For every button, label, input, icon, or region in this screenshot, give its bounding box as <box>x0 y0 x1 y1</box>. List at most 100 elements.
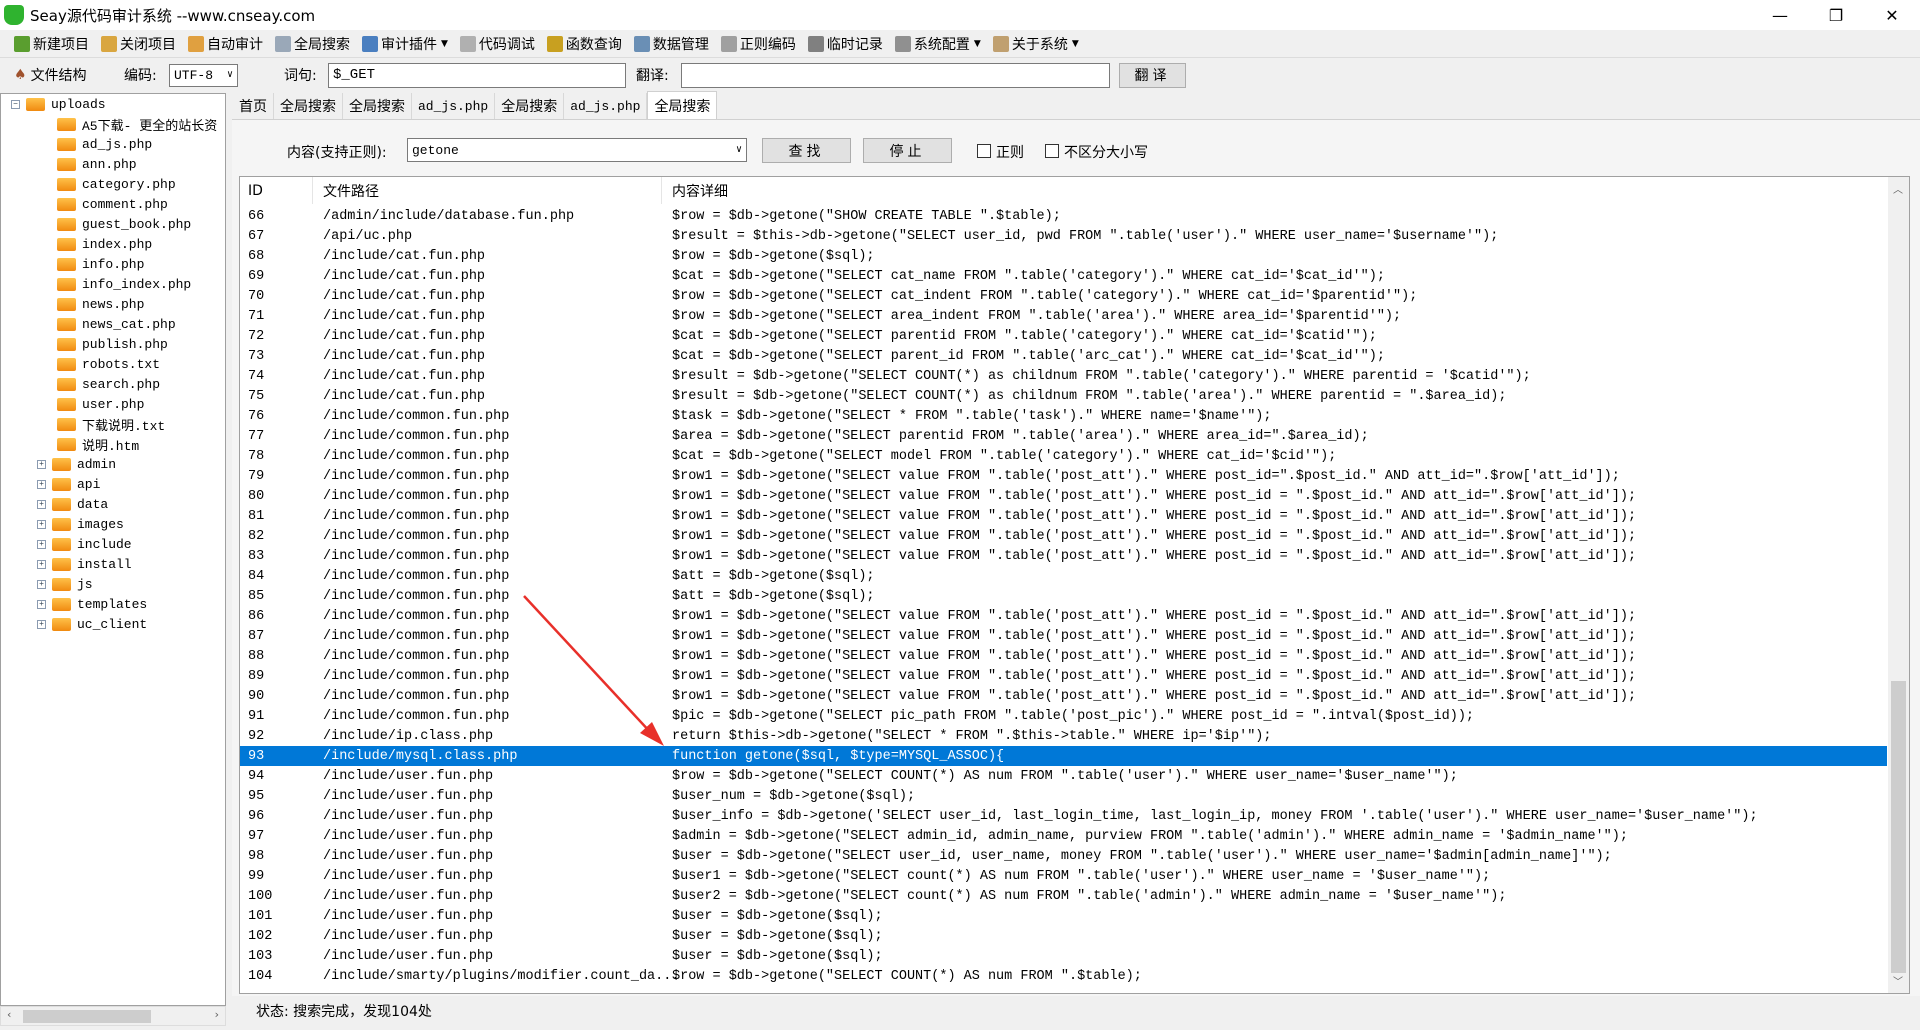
tree-node-file[interactable]: ann.php <box>57 154 137 174</box>
expand-icon[interactable]: + <box>37 619 46 629</box>
tree-node-file[interactable]: ad_js.php <box>57 134 152 154</box>
table-row[interactable]: 67/api/uc.php $result = $this->db->getone… <box>240 226 1887 246</box>
expand-icon[interactable]: + <box>37 579 46 589</box>
toolbar-button-5[interactable]: 代码调试 <box>459 34 535 54</box>
tree-node-file[interactable]: robots.txt <box>57 354 160 374</box>
table-row[interactable]: 78/include/common.fun.php $cat = $db->get… <box>240 446 1887 466</box>
tree-node-folder[interactable]: + uc_client <box>37 614 147 634</box>
dropdown-arrow-icon[interactable]: ▼ <box>441 39 448 49</box>
toolbar-button-11[interactable]: 关于系统 ▼ <box>992 34 1079 54</box>
table-row[interactable]: 87/include/common.fun.php $row1 = $db->ge… <box>240 626 1887 646</box>
toolbar-button-1[interactable]: 关闭项目 <box>101 34 176 54</box>
scroll-down-icon[interactable]: ﹀ <box>1893 973 1903 989</box>
table-row[interactable]: 73/include/cat.fun.php $cat = $db->getone… <box>240 346 1887 366</box>
tree-node-folder[interactable]: + api <box>37 474 100 494</box>
table-row[interactable]: 103/include/user.fun.php $user = $db->get… <box>240 946 1887 966</box>
table-row[interactable]: 77/include/common.fun.php $area = $db->ge… <box>240 426 1887 446</box>
table-row[interactable]: 68/include/cat.fun.php $row = $db->getone… <box>240 246 1887 266</box>
dropdown-arrow-icon[interactable]: ▼ <box>1072 39 1079 49</box>
table-row[interactable]: 69/include/cat.fun.php $cat = $db->getone… <box>240 266 1887 286</box>
table-row[interactable]: 102/include/user.fun.php $user = $db->get… <box>240 926 1887 946</box>
table-row[interactable]: 99/include/user.fun.php $user1 = $db->get… <box>240 866 1887 886</box>
tree-node-file[interactable]: user.php <box>57 394 144 414</box>
toolbar-button-2[interactable]: 自动审计 <box>188 34 263 54</box>
tree-node-folder[interactable]: + templates <box>37 594 147 614</box>
tree-node-folder[interactable]: + images <box>37 514 124 534</box>
toolbar-button-0[interactable]: 新建项目 <box>14 34 89 54</box>
translate-button[interactable]: 翻译 <box>1119 62 1186 88</box>
close-button[interactable]: ✕ <box>1864 0 1920 30</box>
encoding-select[interactable]: UTF-8 ∨ <box>169 63 238 87</box>
results-vertical-scrollbar[interactable]: ︿ ﹀ <box>1888 177 1909 993</box>
find-button[interactable]: 查找 <box>762 138 851 163</box>
table-row[interactable]: 97/include/user.fun.php $admin = $db->get… <box>240 826 1887 846</box>
tree-node-file[interactable]: 下载说明.txt <box>57 414 165 434</box>
table-row[interactable]: 70/include/cat.fun.php $row = $db->getone… <box>240 286 1887 306</box>
tree-node-file[interactable]: guest_book.php <box>57 214 191 234</box>
column-content[interactable]: 内容详细 <box>672 181 728 201</box>
table-row[interactable]: 90/include/common.fun.php $row1 = $db->ge… <box>240 686 1887 706</box>
tree-node-file[interactable]: A5下载- 更全的站长资 <box>57 114 217 134</box>
tab-5[interactable]: ad_js.php <box>564 93 648 119</box>
word-input[interactable]: $_GET <box>328 62 626 88</box>
table-row[interactable]: 93/include/mysql.class.php function geton… <box>240 746 1887 766</box>
tree-node-file[interactable]: category.php <box>57 174 176 194</box>
tree-node-file[interactable]: info_index.php <box>57 274 191 294</box>
table-row[interactable]: 104/include/smarty/plugins/modifier.coun… <box>240 966 1887 986</box>
table-row[interactable]: 84/include/common.fun.php $att = $db->get… <box>240 566 1887 586</box>
toolbar-button-3[interactable]: 全局搜索 <box>275 34 350 54</box>
minimize-button[interactable]: — <box>1752 0 1808 30</box>
tree-horizontal-scrollbar[interactable]: ‹ › <box>0 1006 226 1026</box>
tab-1[interactable]: 全局搜索 <box>274 93 343 119</box>
table-row[interactable]: 66/admin/include/database.fun.php $row = … <box>240 206 1887 226</box>
maximize-button[interactable]: ❐ <box>1808 0 1864 30</box>
table-row[interactable]: 74/include/cat.fun.php $result = $db->get… <box>240 366 1887 386</box>
table-row[interactable]: 94/include/user.fun.php $row = $db->geton… <box>240 766 1887 786</box>
table-row[interactable]: 80/include/common.fun.php $row1 = $db->ge… <box>240 486 1887 506</box>
translate-input[interactable] <box>681 62 1110 88</box>
table-row[interactable]: 79/include/common.fun.php $row1 = $db->ge… <box>240 466 1887 486</box>
tab-2[interactable]: 全局搜索 <box>343 93 412 119</box>
toolbar-button-4[interactable]: 审计插件 ▼ <box>362 34 448 54</box>
table-row[interactable]: 91/include/common.fun.php $pic = $db->get… <box>240 706 1887 726</box>
expand-icon[interactable]: + <box>37 539 46 549</box>
toolbar-button-6[interactable]: 函数查询 <box>546 34 622 54</box>
tree-node-folder[interactable]: + js <box>37 574 93 594</box>
column-id[interactable]: ID <box>248 183 263 199</box>
tree-node-file[interactable]: news.php <box>57 294 144 314</box>
table-row[interactable]: 83/include/common.fun.php $row1 = $db->ge… <box>240 546 1887 566</box>
collapse-icon[interactable]: − <box>11 99 20 109</box>
column-path[interactable]: 文件路径 <box>323 181 379 201</box>
table-row[interactable]: 88/include/common.fun.php $row1 = $db->ge… <box>240 646 1887 666</box>
expand-icon[interactable]: + <box>37 479 46 489</box>
table-row[interactable]: 76/include/common.fun.php $task = $db->ge… <box>240 406 1887 426</box>
table-row[interactable]: 95/include/user.fun.php $user_num = $db->… <box>240 786 1887 806</box>
toolbar-button-7[interactable]: 数据管理 <box>633 34 709 54</box>
tree-node-file[interactable]: info.php <box>57 254 144 274</box>
expand-icon[interactable]: + <box>37 559 46 569</box>
case-insensitive-checkbox[interactable] <box>1045 144 1059 158</box>
scroll-right-icon[interactable]: › <box>215 1008 219 1021</box>
table-row[interactable]: 92/include/ip.class.php return $this->db-… <box>240 726 1887 746</box>
regex-checkbox[interactable] <box>977 144 991 158</box>
toolbar-button-9[interactable]: 临时记录 <box>807 34 883 54</box>
expand-icon[interactable]: + <box>37 519 46 529</box>
toolbar-button-8[interactable]: 正则编码 <box>720 34 796 54</box>
tree-node-folder[interactable]: + data <box>37 494 108 514</box>
table-row[interactable]: 72/include/cat.fun.php $cat = $db->getone… <box>240 326 1887 346</box>
tab-6[interactable]: 全局搜索 <box>647 91 718 119</box>
table-row[interactable]: 89/include/common.fun.php $row1 = $db->ge… <box>240 666 1887 686</box>
table-row[interactable]: 71/include/cat.fun.php $row = $db->getone… <box>240 306 1887 326</box>
tab-3[interactable]: ad_js.php <box>412 93 496 119</box>
table-row[interactable]: 82/include/common.fun.php $row1 = $db->ge… <box>240 526 1887 546</box>
expand-icon[interactable]: + <box>37 459 46 469</box>
dropdown-arrow-icon[interactable]: ▼ <box>974 39 981 49</box>
scroll-up-icon[interactable]: ︿ <box>1893 181 1903 197</box>
tree-node-folder[interactable]: + include <box>37 534 132 554</box>
tab-4[interactable]: 全局搜索 <box>495 93 565 119</box>
tree-node-folder[interactable]: + admin <box>37 454 116 474</box>
tree-node-root[interactable]: − uploads <box>11 94 106 114</box>
tree-node-file[interactable]: publish.php <box>57 334 168 354</box>
scroll-thumb[interactable] <box>1891 681 1906 973</box>
table-row[interactable]: 86/include/common.fun.php $row1 = $db->ge… <box>240 606 1887 626</box>
